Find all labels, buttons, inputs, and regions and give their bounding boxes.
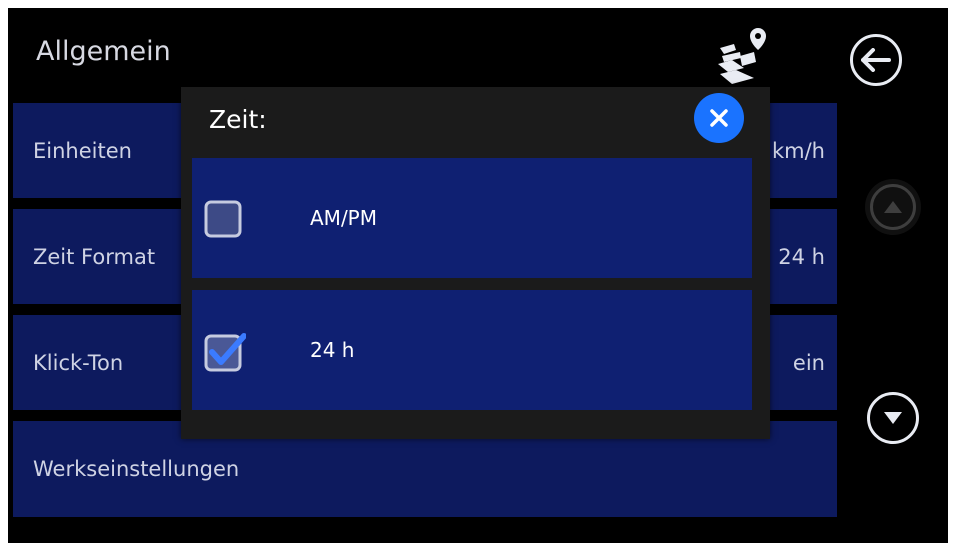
setting-value: ein (792, 350, 825, 375)
setting-label: Klick-Ton (33, 350, 124, 375)
scroll-down-button[interactable] (867, 392, 919, 444)
option-ampm[interactable]: AM/PM (192, 158, 752, 278)
page-title: Allgemein (36, 36, 171, 67)
back-button[interactable] (850, 34, 902, 86)
screen: Allgemein Einheiten km/h Zeit Format 24 … (8, 8, 948, 543)
time-format-dialog: Zeit: AM/PM 24 h (181, 87, 770, 439)
back-arrow-icon (861, 48, 891, 72)
setting-value: 24 h (778, 244, 825, 269)
option-label: AM/PM (310, 206, 377, 230)
dialog-title: Zeit: (209, 105, 267, 134)
option-label: 24 h (310, 338, 355, 362)
option-24h[interactable]: 24 h (192, 290, 752, 410)
close-button[interactable] (694, 93, 744, 143)
checkbox-checked-icon[interactable] (204, 332, 246, 372)
setting-value: km/h (771, 138, 825, 163)
setting-label: Einheiten (33, 138, 132, 163)
scroll-up-button[interactable] (865, 179, 921, 235)
map-pin-icon[interactable] (710, 26, 768, 88)
setting-label: Zeit Format (33, 244, 156, 269)
close-icon (710, 109, 728, 127)
scroll-up-icon (884, 201, 902, 213)
scroll-down-icon (884, 412, 902, 424)
checkbox-unchecked-icon[interactable] (204, 200, 246, 240)
setting-label: Werkseinstellungen (33, 457, 240, 481)
